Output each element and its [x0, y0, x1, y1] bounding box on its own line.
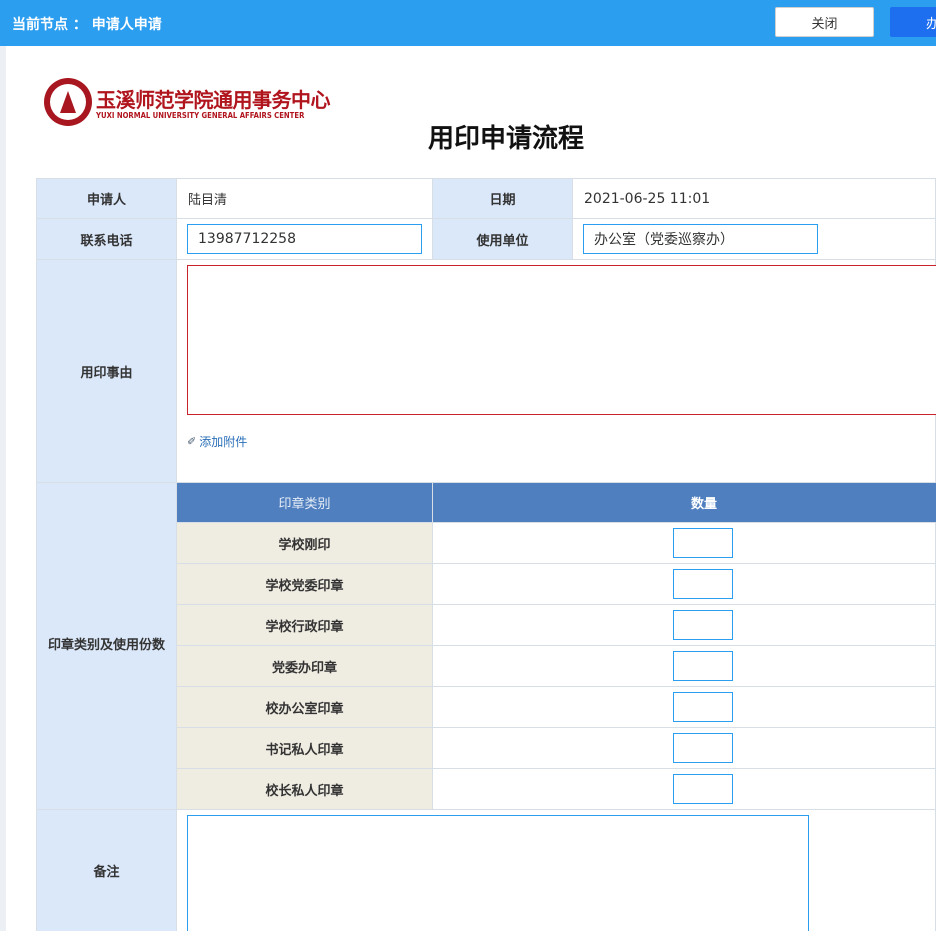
reason-cell: ✐ 添加附件 — [177, 260, 936, 483]
reason-textarea[interactable] — [187, 265, 936, 415]
unit-cell: 办公室（党委巡察办） — [573, 219, 936, 260]
top-bar: 当前节点 ： 申请人申请 关闭 办理 — [0, 0, 936, 46]
seal-qty-cell — [433, 646, 936, 687]
applicant-value: 陆目清 — [177, 179, 433, 219]
add-attachment-link[interactable]: ✐ 添加附件 — [187, 433, 247, 450]
seal-qty-input[interactable] — [673, 610, 733, 640]
seal-name: 学校刚印 — [177, 523, 433, 564]
seal-qty-input[interactable] — [673, 528, 733, 558]
remark-cell — [177, 810, 936, 931]
close-button[interactable]: 关闭 — [775, 7, 874, 37]
seal-qty-input[interactable] — [673, 651, 733, 681]
seal-qty-input[interactable] — [673, 733, 733, 763]
seal-name: 校长私人印章 — [177, 769, 433, 810]
unit-label: 使用单位 — [433, 219, 573, 260]
remark-textarea[interactable] — [187, 815, 809, 931]
submit-button[interactable]: 办理 — [890, 7, 936, 37]
seal-name: 书记私人印章 — [177, 728, 433, 769]
seal-qty-cell — [433, 564, 936, 605]
paperclip-icon: ✐ — [187, 435, 197, 448]
seal-section-label: 印章类别及使用份数 — [37, 483, 177, 810]
unit-select[interactable]: 办公室（党委巡察办） — [583, 224, 818, 254]
left-scroll-strip — [0, 46, 6, 931]
current-node-text: 当前节点 ： 申请人申请 — [12, 17, 162, 33]
add-attachment-label: 添加附件 — [199, 435, 248, 449]
seal-qty-cell — [433, 605, 936, 646]
seal-qty-cell — [433, 523, 936, 564]
phone-cell: 13987712258 — [177, 219, 433, 260]
seal-qty-input[interactable] — [673, 569, 733, 599]
date-value: 2021-06-25 11:01 — [573, 179, 936, 219]
date-label: 日期 — [433, 179, 573, 219]
seal-name: 党委办印章 — [177, 646, 433, 687]
seal-qty-cell — [433, 687, 936, 728]
applicant-label: 申请人 — [37, 179, 177, 219]
seal-name: 学校行政印章 — [177, 605, 433, 646]
phone-label: 联系电话 — [37, 219, 177, 260]
seal-name: 学校党委印章 — [177, 564, 433, 605]
seal-name: 校办公室印章 — [177, 687, 433, 728]
seal-qty-cell — [433, 728, 936, 769]
seal-qty-input[interactable] — [673, 692, 733, 722]
seal-qty-header: 数量 — [433, 483, 936, 523]
page-title: 用印申请流程 — [427, 124, 584, 154]
seal-type-header: 印章类别 — [177, 483, 433, 523]
logo-name-cn: 玉溪师范学院通用事务中心 — [96, 88, 331, 112]
remark-label: 备注 — [37, 810, 177, 931]
seal-qty-cell — [433, 769, 936, 810]
reason-label: 用印事由 — [37, 260, 177, 483]
seal-qty-input[interactable] — [673, 774, 733, 804]
phone-input[interactable]: 13987712258 — [187, 224, 422, 254]
